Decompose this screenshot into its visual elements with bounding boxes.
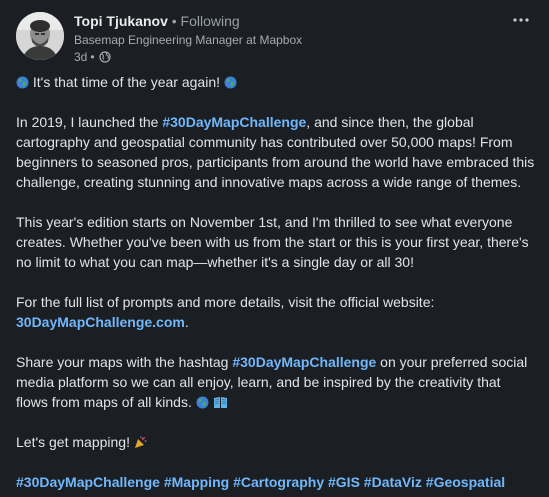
hashtag-link[interactable]: #30DayMapChallenge [16,474,160,490]
avatar-photo [16,12,64,60]
hashtag-link[interactable]: #30DayMapChallenge [162,114,306,130]
hashtag-link[interactable]: #GIS [328,474,360,490]
paragraph-history: In 2019, I launched the #30DayMapChallen… [16,112,536,192]
post-time[interactable]: 3d [74,49,87,65]
paragraph-history-part1: In 2019, I launched the [16,114,163,130]
website-link[interactable]: 30DayMapChallenge.com [16,314,185,330]
author-headline: Basemap Engineering Manager at Mapbox [74,33,303,47]
party-popper-emoji [134,434,147,448]
hashtag-link[interactable]: #30DayMapChallenge [232,354,376,370]
map-book-emoji [213,394,228,408]
hashtag-link[interactable]: #DataViz [364,474,422,490]
hashtag-list: #30DayMapChallenge #Mapping #Cartography… [16,472,536,492]
post-meta: 3d • [74,49,302,65]
paragraph-share: Share your maps with the hashtag #30DayM… [16,352,536,412]
paragraph-website-part2: . [184,314,189,330]
globe-icon [98,51,111,63]
hashtag-link[interactable]: #Cartography [233,474,324,490]
paragraph-cta: Let's get mapping! [16,432,536,452]
author-block: Topi Tjukanov • Following Basemap Engine… [74,12,302,65]
globe-emoji [224,74,237,89]
paragraph-share-part1: Share your maps with the hashtag [16,354,233,370]
post-header: Topi Tjukanov • Following Basemap Engine… [16,10,533,66]
globe-emoji [16,74,29,89]
avatar[interactable] [16,12,64,60]
intro-line: It's that time of the year again! [16,72,536,92]
paragraph-website: For the full list of prompts and more de… [16,292,536,332]
paragraph-website-part1: For the full list of prompts and more de… [16,294,435,310]
cta-text: Let's get mapping! [16,434,130,450]
follow-status: Following [180,13,240,29]
author-name[interactable]: Topi Tjukanov [74,13,168,29]
more-horizontal-icon [513,18,529,22]
intro-text: It's that time of the year again! [32,74,220,90]
follow-separator: • [171,13,177,29]
meta-separator: • [90,50,95,64]
globe-emoji [196,394,209,409]
post-body: It's that time of the year again! In 201… [16,72,536,492]
hashtag-link[interactable]: #Geospatial [426,474,505,490]
hashtag-link[interactable]: #Mapping [164,474,229,490]
author-name-line: Topi Tjukanov • Following [74,12,302,30]
more-options-button[interactable] [509,10,533,30]
paragraph-edition: This year's edition starts on November 1… [16,214,529,270]
